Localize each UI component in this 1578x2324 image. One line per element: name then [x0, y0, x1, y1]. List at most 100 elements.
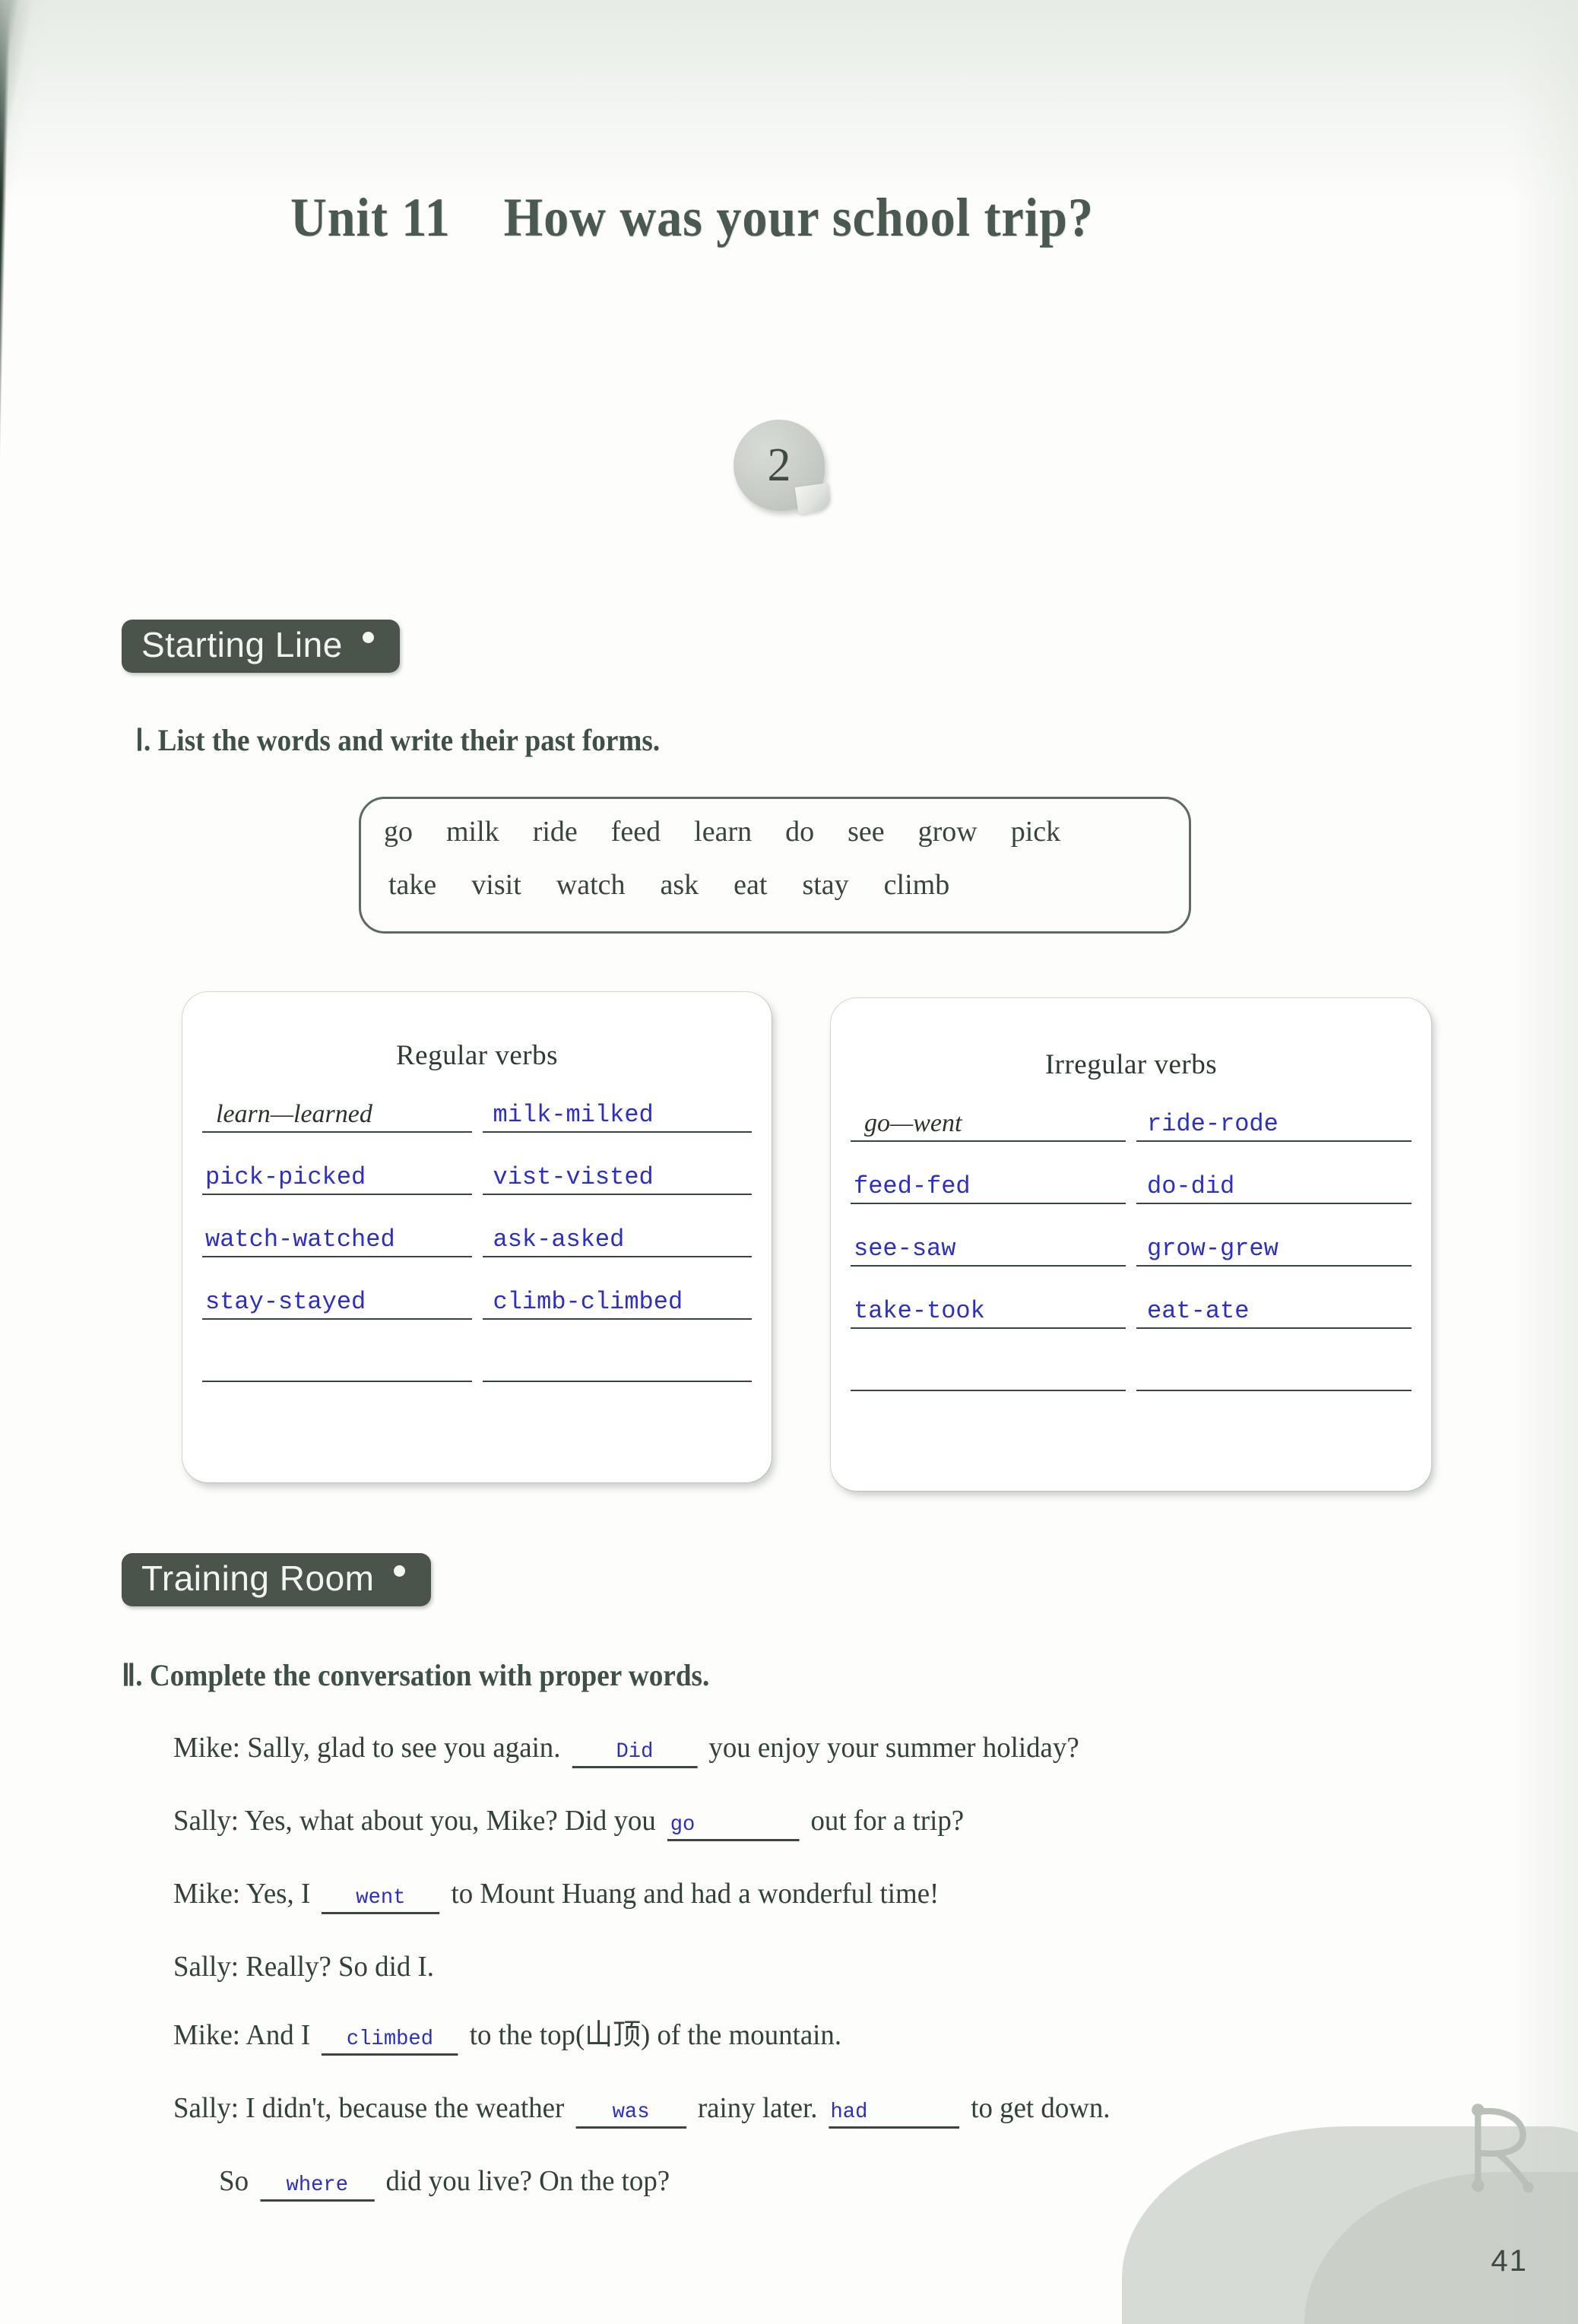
word-bank-item: see — [848, 816, 885, 848]
irregular-verbs-card: Irregular verbs go—went ride-rode feed-f… — [831, 998, 1431, 1491]
section-tab-starting-line: Starting Line — [122, 620, 400, 673]
verb-answer-slot-empty[interactable] — [202, 1344, 472, 1382]
word-bank-item: learn — [694, 816, 753, 848]
verb-answer-text: see-saw — [854, 1235, 956, 1263]
conversation-text-pre: Sally: I didn't, because the weather — [173, 2091, 565, 2124]
regular-verbs-answer-grid: learn—learned milk-milked pick-picked vi… — [182, 1095, 772, 1382]
verb-row: see-saw grow-grew — [851, 1229, 1412, 1267]
verb-answer-text: eat-ate — [1147, 1297, 1250, 1325]
conversation-text-pre: Mike: Sally, glad to see you again. — [173, 1732, 561, 1764]
scan-right-shading — [1510, 0, 1578, 2324]
verb-row: learn—learned milk-milked — [202, 1095, 752, 1133]
conversation-text-post: did you live? On the top? — [385, 2164, 670, 2197]
scan-binding-edge — [0, 0, 91, 2324]
verb-answer-slot[interactable]: do-did — [1136, 1166, 1412, 1204]
word-bank-item: pick — [1010, 816, 1061, 848]
exercise-2-heading: Ⅱ. Complete the conversation with proper… — [122, 1658, 710, 1692]
word-bank-item: go — [384, 816, 413, 848]
workbook-page: Unit 11 How was your school trip? 2 Star… — [0, 0, 1578, 2324]
exercise-1-heading: Ⅰ. List the words and write their past f… — [135, 723, 661, 757]
conversation-text-post: to get down. — [971, 2091, 1111, 2124]
word-bank-box: go milk ride feed learn do see grow pick… — [359, 797, 1191, 934]
regular-verbs-card: Regular verbs learn—learned milk-milked … — [182, 992, 772, 1482]
word-bank-item: eat — [734, 869, 768, 901]
verb-answer-text: milk-milked — [493, 1101, 654, 1129]
verb-answer-slot[interactable]: milk-milked — [482, 1095, 752, 1133]
conversation-line: Mike: Yes, I went to Mount Huang and had… — [173, 1879, 1412, 1914]
conversation-line: Mike: And I climbed to the top(山顶) of th… — [173, 2018, 1412, 2056]
verb-answer-text: watch-watched — [205, 1225, 395, 1254]
conversation-line: Sally: Really? So did I. — [173, 1951, 434, 1983]
word-bank-item: ride — [532, 816, 578, 848]
word-bank-row-2: take visit watch ask eat stay climb — [384, 870, 1166, 899]
verb-answer-text: pick-picked — [205, 1163, 366, 1191]
verb-answer-text: stay-stayed — [205, 1288, 366, 1316]
answer-blank-5[interactable]: was — [575, 2101, 686, 2129]
verb-answer-slot[interactable]: climb-climbed — [482, 1282, 752, 1320]
irregular-verbs-title: Irregular verbs — [1044, 1049, 1218, 1080]
section-tab-label: Training Room — [141, 1558, 375, 1598]
verb-row: feed-fed do-did — [851, 1166, 1412, 1204]
verb-answer-slot-empty[interactable] — [482, 1344, 752, 1382]
word-bank-item: ask — [660, 869, 699, 901]
verb-answer-slot[interactable]: ride-rode — [1136, 1104, 1412, 1142]
conversation-line: Mike: Sally, glad to see you again. Did … — [173, 1733, 1412, 1768]
word-bank-item: feed — [610, 816, 661, 848]
verb-row: take-took eat-ate — [851, 1291, 1412, 1329]
page-title: Unit 11 How was your school trip? — [290, 187, 1094, 248]
word-bank-item: stay — [802, 869, 849, 901]
verb-answer-slot[interactable]: grow-grew — [1136, 1229, 1412, 1267]
r-monogram-logo-icon — [1472, 2104, 1534, 2193]
verb-row: go—went ride-rode — [851, 1104, 1412, 1142]
word-bank-row-1: go milk ride feed learn do see grow pick — [384, 817, 1166, 846]
conversation-text-pre: Mike: And I — [173, 2018, 311, 2051]
verb-answer-text: take-took — [854, 1297, 985, 1325]
word-bank-item: visit — [471, 869, 521, 901]
answer-blank-3[interactable]: went — [322, 1888, 440, 1914]
page-number: 41 — [1491, 2244, 1528, 2278]
word-bank-item: take — [388, 869, 437, 901]
verb-answer-text: learn—learned — [216, 1100, 372, 1128]
verb-answer-slot[interactable]: eat-ate — [1136, 1291, 1412, 1329]
dot-icon — [362, 632, 374, 643]
verb-answer-text: vist-visted — [493, 1163, 654, 1191]
dot-icon — [394, 1565, 406, 1577]
verb-row — [851, 1353, 1412, 1391]
verb-answer-slot[interactable]: stay-stayed — [202, 1282, 472, 1320]
conversation-line: Sally: Yes, what about you, Mike? Did yo… — [173, 1806, 1412, 1841]
verb-answer-text: go—went — [864, 1109, 962, 1137]
conversation-text-post: to the top(山顶) of the mountain. — [469, 2018, 842, 2051]
verb-answer-slot[interactable]: vist-visted — [482, 1157, 752, 1195]
verb-answer-slot-empty[interactable] — [1136, 1353, 1412, 1391]
verb-answer-slot[interactable]: feed-fed — [851, 1166, 1126, 1204]
conversation-text-pre: Sally: Yes, what about you, Mike? Did yo… — [173, 1805, 656, 1837]
regular-verbs-title: Regular verbs — [395, 1040, 559, 1071]
verb-answer-slot[interactable]: watch-watched — [202, 1219, 472, 1257]
conversation-text-post: to Mount Huang and had a wonderful time! — [451, 1878, 940, 1910]
verb-row: watch-watched ask-asked — [202, 1219, 752, 1257]
verb-answer-text: ask-asked — [493, 1225, 625, 1254]
verb-answer-slot[interactable]: go—went — [851, 1104, 1126, 1142]
irregular-verbs-answer-grid: go—went ride-rode feed-fed do-did see-sa… — [831, 1104, 1431, 1391]
verb-answer-slot[interactable]: ask-asked — [482, 1219, 752, 1257]
verb-answer-text: grow-grew — [1147, 1235, 1279, 1263]
answer-blank-4[interactable]: climbed — [322, 2028, 458, 2056]
verb-answer-slot[interactable]: learn—learned — [202, 1095, 472, 1133]
verb-answer-slot-empty[interactable] — [851, 1353, 1126, 1391]
verb-answer-slot[interactable]: see-saw — [851, 1229, 1126, 1267]
verb-answer-text: do-did — [1147, 1172, 1235, 1200]
word-bank-item: watch — [556, 869, 626, 901]
conversation-text-pre: Mike: Yes, I — [173, 1878, 311, 1910]
scan-top-shading — [0, 0, 1578, 198]
answer-blank-7[interactable]: where — [260, 2174, 375, 2202]
answer-blank-6[interactable]: had — [829, 2101, 960, 2129]
verb-row — [202, 1344, 752, 1382]
word-bank-item: do — [785, 816, 815, 848]
verb-answer-slot[interactable]: take-took — [851, 1291, 1126, 1329]
verb-row: pick-picked vist-visted — [202, 1157, 752, 1195]
verb-answer-slot[interactable]: pick-picked — [202, 1157, 472, 1195]
verb-answer-text: feed-fed — [854, 1172, 971, 1200]
answer-blank-2[interactable]: go — [667, 1815, 800, 1841]
conversation-line: Sally: I didn't, because the weather was… — [173, 2091, 1412, 2129]
answer-blank-1[interactable]: Did — [572, 1742, 698, 1768]
